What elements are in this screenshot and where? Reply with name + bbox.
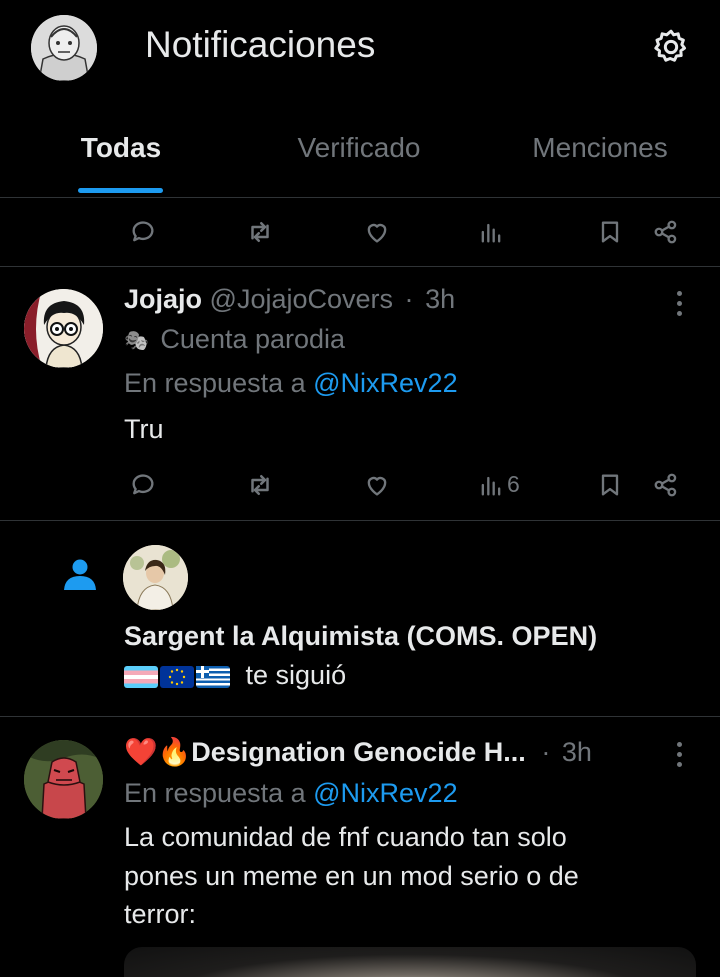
- tab-todas[interactable]: Todas: [60, 132, 182, 164]
- reply-icon[interactable]: [125, 467, 161, 503]
- tweet-text: Tru: [124, 414, 164, 444]
- reply-context: En respuesta a @NixRev22: [124, 368, 458, 399]
- follow-action-text: te siguió: [245, 660, 347, 690]
- views-icon[interactable]: [473, 214, 509, 250]
- views-icon[interactable]: [473, 467, 509, 503]
- parody-account-label: 🎭 Cuenta parodia: [124, 324, 345, 355]
- author-avatar[interactable]: [24, 740, 103, 819]
- time-separator: ·: [404, 284, 414, 314]
- tweet-header: ❤️🔥Designation Genocide H... · 3h: [124, 736, 592, 768]
- reply-context: En respuesta a @NixRev22: [124, 778, 458, 809]
- like-icon[interactable]: [359, 467, 395, 503]
- reply-to-handle[interactable]: @NixRev22: [313, 368, 457, 398]
- bookmark-icon[interactable]: [592, 467, 628, 503]
- retweet-icon[interactable]: [242, 214, 278, 250]
- reply-icon[interactable]: [125, 214, 161, 250]
- notification-divider: [0, 716, 720, 717]
- follow-action: te siguió: [124, 660, 346, 691]
- tweet-text-line-2: pones un meme en un mod serio o de: [124, 861, 579, 891]
- more-options-icon[interactable]: [673, 291, 685, 316]
- tweet-media-image[interactable]: [124, 947, 696, 977]
- active-tab-indicator: [78, 188, 163, 193]
- views-count: 6: [507, 471, 520, 497]
- reply-to-handle[interactable]: @NixRev22: [313, 778, 457, 808]
- eu-flag-icon: [160, 665, 194, 688]
- settings-gear-icon[interactable]: [648, 24, 694, 70]
- follower-name[interactable]: Sargent la Alquimista (COMS. OPEN): [124, 621, 597, 652]
- tweet-time[interactable]: 3h: [562, 737, 592, 767]
- parody-account-text: Cuenta parodia: [160, 324, 346, 354]
- reply-prefix: En respuesta a: [124, 368, 306, 398]
- tweet-header: Jojajo @JojajoCovers · 3h: [124, 284, 455, 315]
- notification-divider: [0, 520, 720, 521]
- parody-mask-icon: 🎭: [124, 330, 149, 353]
- share-icon[interactable]: [648, 467, 684, 503]
- bookmark-icon[interactable]: [592, 214, 628, 250]
- more-options-icon[interactable]: [673, 742, 685, 767]
- profile-avatar[interactable]: [31, 15, 97, 81]
- greece-flag-icon: [196, 665, 230, 688]
- tweet-text-line-3: terror:: [124, 899, 197, 929]
- share-icon[interactable]: [648, 214, 684, 250]
- author-avatar[interactable]: [24, 289, 103, 368]
- like-icon[interactable]: [359, 214, 395, 250]
- tab-menciones[interactable]: Menciones: [510, 132, 690, 164]
- tweet-time[interactable]: 3h: [425, 284, 455, 314]
- author-name[interactable]: ❤️🔥Designation Genocide H...: [124, 737, 526, 767]
- tweet-text-line-1: La comunidad de fnf cuando tan solo: [124, 822, 567, 852]
- tabs-divider: [0, 197, 720, 198]
- time-separator: ·: [541, 737, 551, 767]
- page-title: Notificaciones: [145, 24, 376, 65]
- notification-divider: [0, 266, 720, 267]
- trans-flag-icon: [124, 665, 158, 688]
- retweet-icon[interactable]: [242, 467, 278, 503]
- reply-prefix: En respuesta a: [124, 778, 306, 808]
- author-name[interactable]: Jojajo: [124, 284, 202, 314]
- tab-verificado[interactable]: Verificado: [270, 132, 448, 164]
- follower-avatar[interactable]: [123, 545, 188, 610]
- person-follow-icon: [62, 558, 98, 590]
- author-handle[interactable]: @JojajoCovers: [210, 284, 393, 314]
